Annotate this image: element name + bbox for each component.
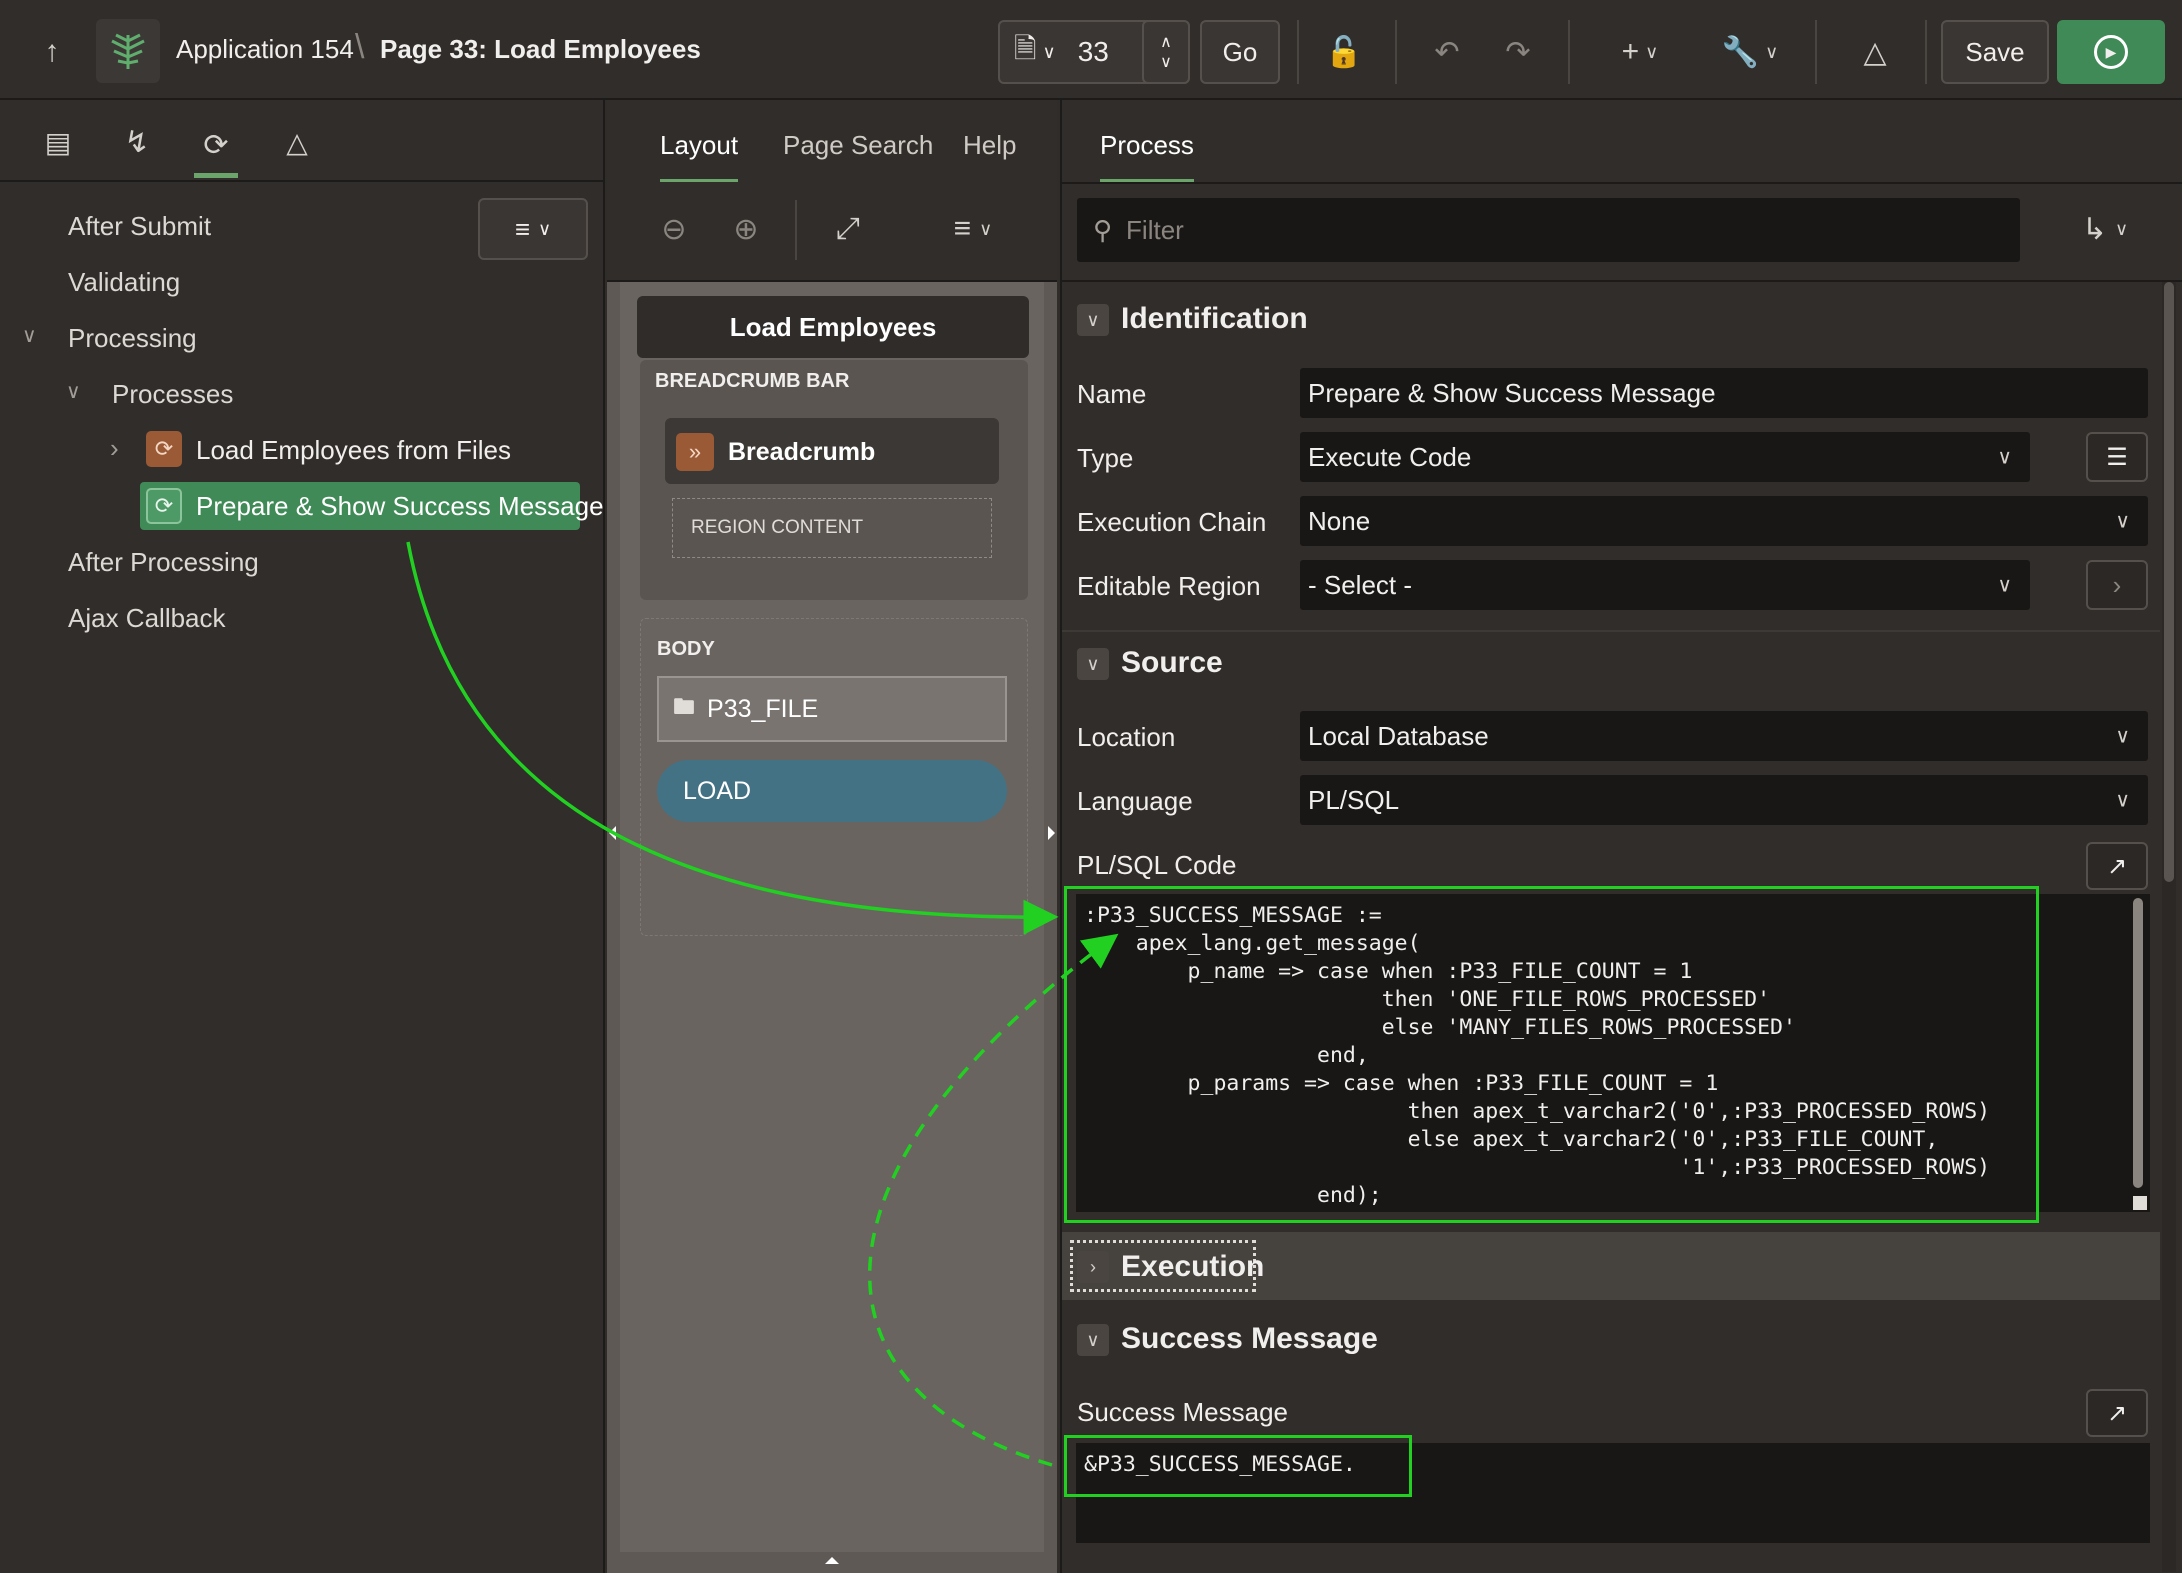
annotation-arrow-dashed <box>867 933 1119 1467</box>
annotation-arrows <box>406 541 1119 1467</box>
annotation-arrow-solid <box>406 541 1059 935</box>
